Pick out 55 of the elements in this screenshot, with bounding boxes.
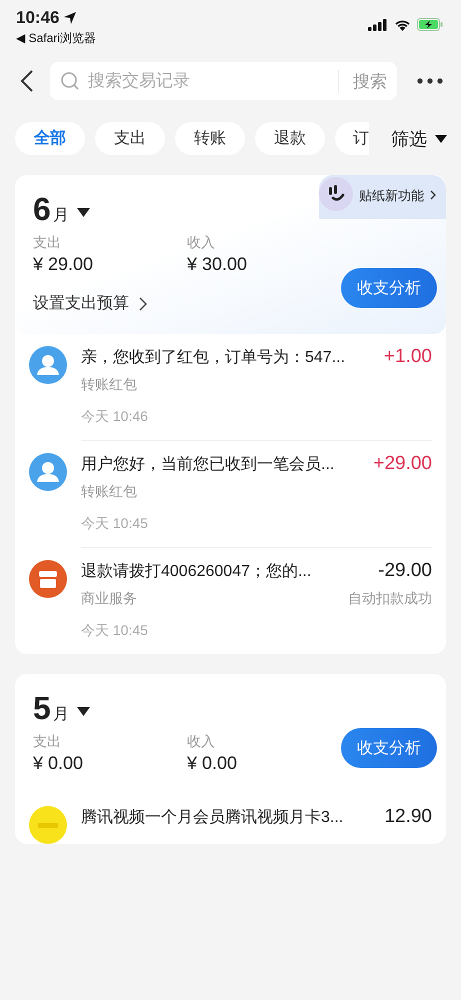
summary-amount: ¥ 29.00 xyxy=(33,254,94,275)
search-icon xyxy=(60,71,80,91)
caret-icon xyxy=(76,707,90,716)
smiley-sticker-icon xyxy=(319,177,353,211)
summary-label: 支出 xyxy=(33,733,62,751)
caret-icon xyxy=(76,208,90,217)
transaction-time: 今天 10:46 xyxy=(81,408,149,426)
chevron-icon xyxy=(139,296,147,310)
filter-chip[interactable]: 全部 xyxy=(15,122,85,155)
battery-icon xyxy=(417,18,443,31)
transaction-time: 今天 10:45 xyxy=(81,622,149,640)
person-avatar-icon xyxy=(29,453,67,491)
merchant-logo-icon xyxy=(29,806,67,844)
transaction-category: 商业服务 xyxy=(81,590,137,608)
location-icon xyxy=(63,11,78,25)
analysis-button[interactable]: 收支分析 xyxy=(341,728,437,768)
wifi-icon xyxy=(394,18,411,30)
budget-link[interactable]: 设置支出预算 xyxy=(33,293,129,314)
shop-icon xyxy=(29,560,67,598)
filter-chip[interactable]: 支出 xyxy=(95,122,165,155)
transaction-category: 转账红包 xyxy=(81,483,137,501)
transaction-title: 腾讯视频一个月会员腾讯视频月卡3... xyxy=(81,808,344,828)
sticker-banner[interactable]: 贴纸新功能 xyxy=(319,175,446,219)
transaction-amount: +1.00 xyxy=(384,346,432,368)
transaction-title: 退款请拨打4006260047；您的... xyxy=(81,562,312,582)
signal-icon xyxy=(368,18,388,30)
analysis-button[interactable]: 收支分析 xyxy=(341,268,437,308)
transaction-amount: +29.00 xyxy=(373,453,432,475)
transaction-title: 亲，您收到了红包，订单号为：547... xyxy=(81,348,346,368)
filter-chip[interactable]: 订 xyxy=(335,122,369,155)
transaction-row[interactable]: 腾讯视频一个月会员腾讯视频月卡3... 12.90 xyxy=(15,794,446,844)
summary-label: 支出 xyxy=(33,234,62,252)
month-picker[interactable]: 6 月 xyxy=(33,191,69,228)
filter-chip[interactable]: 转账 xyxy=(175,122,245,155)
transaction-amount: -29.00 xyxy=(378,560,432,582)
transaction-row[interactable]: 用户您好，当前您已收到一笔会员... +29.00 转账红包 今天 10:45 xyxy=(15,441,446,548)
summary-amount: ¥ 0.00 xyxy=(187,753,238,774)
month-picker[interactable]: 5 月 xyxy=(33,690,69,727)
summary-amount: ¥ 30.00 xyxy=(187,254,248,275)
transaction-title: 用户您好，当前您已收到一笔会员... xyxy=(81,454,334,474)
summary-amount: ¥ 0.00 xyxy=(33,753,84,774)
person-avatar-icon xyxy=(29,346,67,384)
transaction-row[interactable]: 亲，您收到了红包，订单号为：547... +1.00 转账红包 今天 10:46 xyxy=(15,334,446,441)
transaction-time: 今天 10:45 xyxy=(81,515,149,533)
transaction-amount: 12.90 xyxy=(384,806,432,828)
summary-label: 收入 xyxy=(187,234,216,252)
transaction-category: 转账红包 xyxy=(81,376,137,394)
summary-label: 收入 xyxy=(187,733,216,751)
transaction-status: 自动扣款成功 xyxy=(348,590,432,608)
chevron-icon xyxy=(430,190,436,200)
status-time: 10:46 xyxy=(16,8,60,28)
back-to-app-link[interactable]: ◀ Safari浏览器 xyxy=(16,30,96,47)
filter-chip[interactable]: 退款 xyxy=(255,122,325,155)
transaction-row[interactable]: 退款请拨打4006260047；您的... -29.00 商业服务 自动扣款成功 今天 10:45 xyxy=(15,548,446,654)
caret-icon xyxy=(435,134,447,142)
